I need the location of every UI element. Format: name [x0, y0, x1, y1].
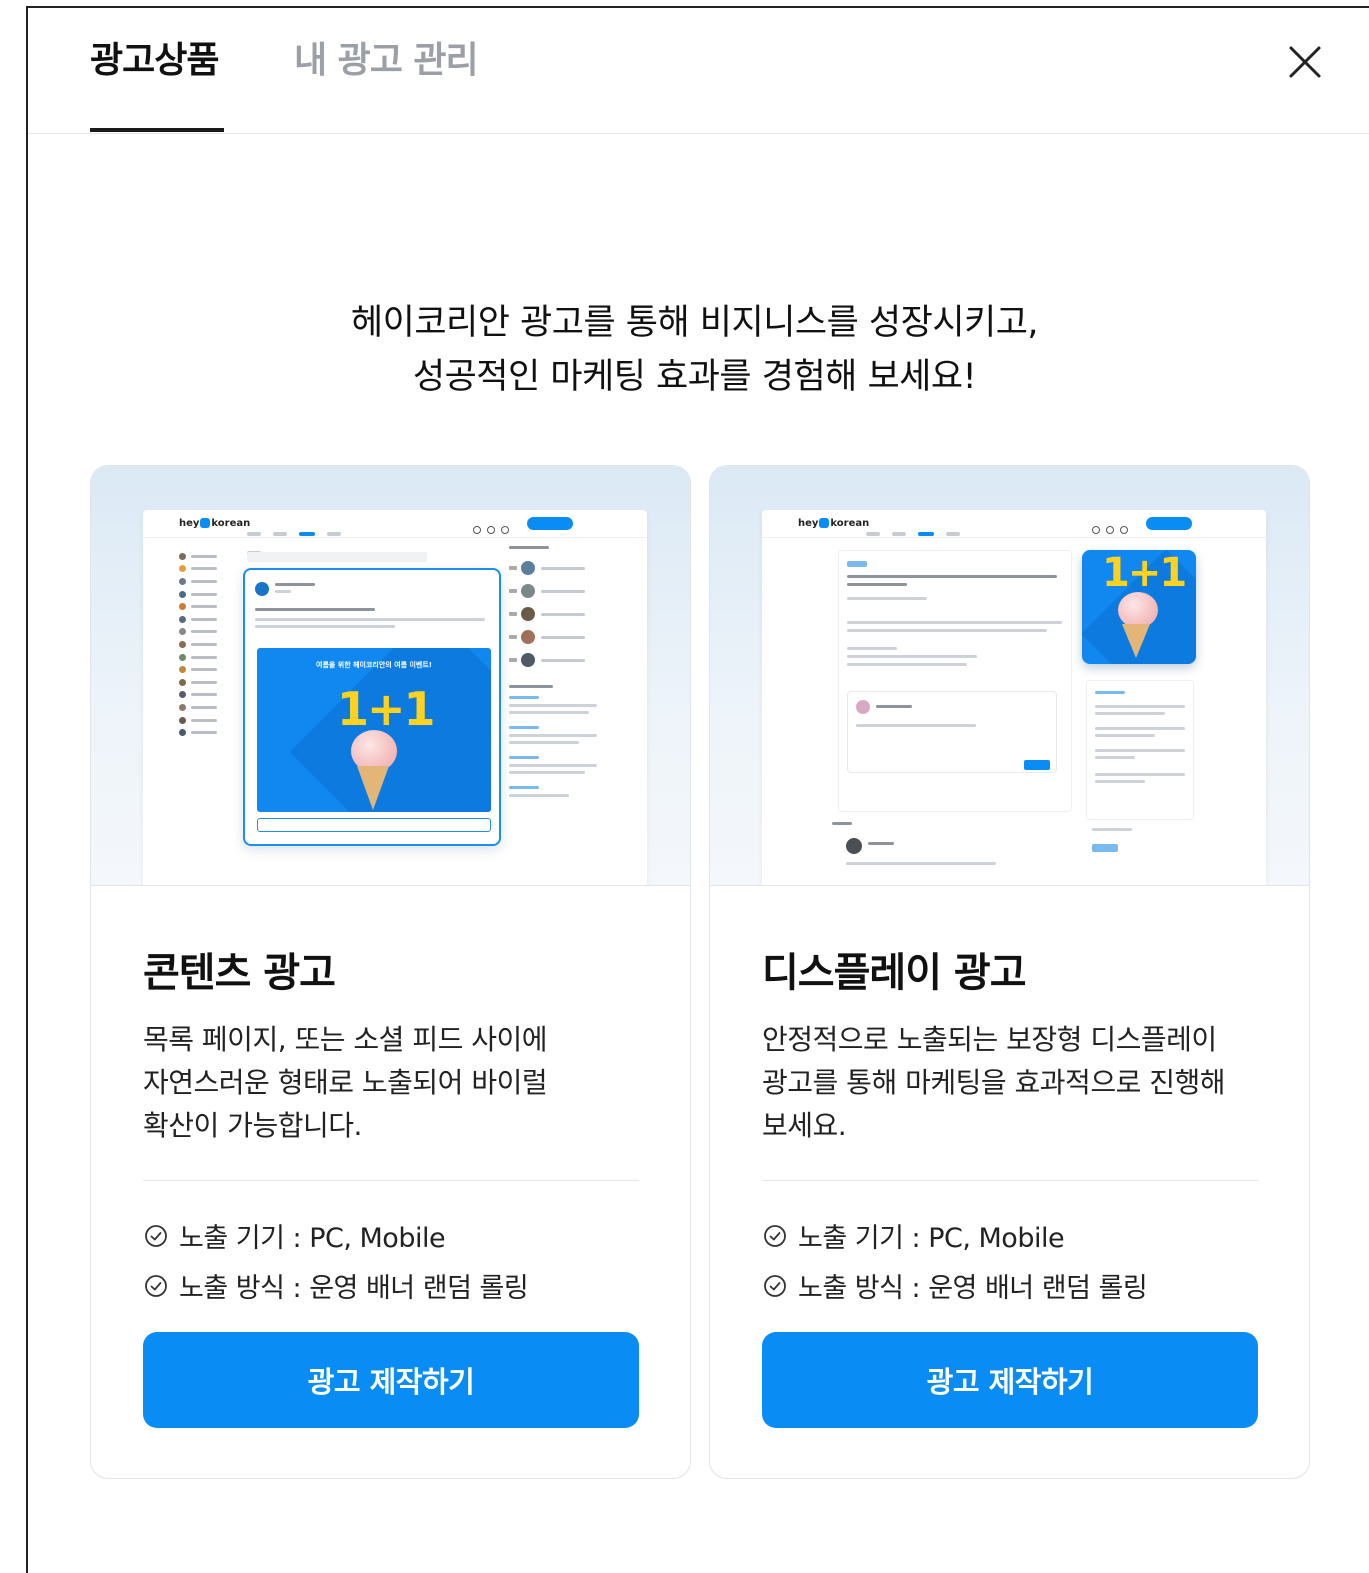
mock-nav-icons [1092, 519, 1134, 534]
mock-logo: hey korean [179, 518, 251, 529]
close-icon [1289, 46, 1321, 78]
check-circle-icon [764, 1224, 786, 1247]
display-ad-title: 디스플레이 광고 [762, 950, 1027, 996]
display-ad-description: 안정적으로 노출되는 보장형 디스플레이 광고를 통해 마케팅을 효과적으로 진… [762, 1018, 1262, 1147]
headline-line-2: 성공적인 마케팅 효과를 경험해 보세요! [412, 357, 977, 397]
check-circle-icon [764, 1274, 786, 1297]
card-divider [143, 1180, 639, 1181]
create-content-ad-button[interactable]: 광고 제작하기 [143, 1332, 639, 1428]
desc-line: 목록 페이지, 또는 소셜 피드 사이에 [143, 1023, 548, 1056]
mock-display-ad-banner: 1+1 [1082, 550, 1196, 664]
feature-method: 노출 방식 : 운영 배너 랜덤 롤링 [762, 1266, 1148, 1305]
mock-nav-links [866, 521, 996, 555]
mock-answer-box [847, 691, 1057, 773]
mock-question-post [838, 550, 1072, 812]
feature-device: 노출 기기 : PC, Mobile [143, 1216, 446, 1255]
desc-line: 확산이 가능합니다. [143, 1109, 362, 1142]
preview-mock-page: hey korean [143, 510, 647, 885]
ad-products-modal: 광고상품 내 광고 관리 헤이코리안 광고를 통해 비지니스를 성장시키고, 성… [26, 6, 1369, 1573]
mock-write-button [527, 517, 573, 530]
tab-ad-products[interactable]: 광고상품 [90, 36, 219, 86]
card-divider [762, 1180, 1258, 1181]
create-display-ad-button[interactable]: 광고 제작하기 [762, 1332, 1258, 1428]
feature-device-text: 노출 기기 : PC, Mobile [798, 1223, 1065, 1254]
display-ad-preview-image: hey korean 1+1 [710, 466, 1309, 886]
mock-navbar: hey korean [143, 510, 647, 555]
feature-method-text: 노출 방식 : 운영 배너 랜덤 롤링 [179, 1273, 529, 1304]
mock-related-questions [1086, 680, 1194, 820]
mock-write-button [1146, 517, 1192, 530]
active-tab-indicator [90, 128, 224, 132]
feature-method-text: 노출 방식 : 운영 배너 랜덤 롤링 [798, 1273, 1148, 1304]
modal-header: 광고상품 내 광고 관리 [28, 8, 1369, 134]
mock-search-bar [247, 552, 427, 562]
mock-ad-1plus1: 1+1 [1102, 550, 1187, 596]
mock-banner-1plus1: 1+1 [337, 682, 436, 736]
mock-sidebar [179, 550, 239, 739]
mock-nav-icons [473, 519, 515, 534]
content-ad-card: hey korean 여름을 위한 헤이코리안의 여름 이벤트! 1+1 콘텐츠… [90, 465, 691, 1479]
mock-right-column [509, 546, 609, 801]
content-ad-title: 콘텐츠 광고 [143, 950, 336, 996]
content-ad-description: 목록 페이지, 또는 소셜 피드 사이에 자연스러운 형태로 노출되어 바이럴 … [143, 1018, 643, 1147]
desc-line: 보세요. [762, 1109, 847, 1142]
desc-line: 자연스러운 형태로 노출되어 바이럴 [143, 1066, 548, 1099]
feature-method: 노출 방식 : 운영 배너 랜덤 롤링 [143, 1266, 529, 1305]
mock-highlighted-post: 여름을 위한 헤이코리안의 여름 이벤트! 1+1 [243, 568, 501, 846]
ice-cream-icon [1118, 592, 1158, 628]
headline: 헤이코리안 광고를 통해 비지니스를 성장시키고, 성공적인 마케팅 효과를 경… [28, 296, 1361, 404]
mock-navbar: hey korean [762, 510, 1266, 555]
close-button[interactable] [1285, 42, 1325, 82]
display-ad-card: hey korean 1+1 디스플레이 광고 안정적으로 노출되는 보장형 디… [709, 465, 1310, 1479]
feature-device: 노출 기기 : PC, Mobile [762, 1216, 1065, 1255]
mock-logo: hey korean [798, 518, 870, 529]
desc-line: 안정적으로 노출되는 보장형 디스플레이 [762, 1023, 1217, 1056]
desc-line: 광고를 통해 마케팅을 효과적으로 진행해 [762, 1066, 1226, 1099]
preview-mock-page: hey korean [762, 510, 1266, 885]
feature-device-text: 노출 기기 : PC, Mobile [179, 1223, 446, 1254]
check-circle-icon [145, 1274, 167, 1297]
mock-nav-links [247, 521, 377, 555]
tab-my-ad-management[interactable]: 내 광고 관리 [294, 36, 479, 86]
headline-line-1: 헤이코리안 광고를 통해 비지니스를 성장시키고, [350, 303, 1039, 343]
content-ad-preview-image: hey korean 여름을 위한 헤이코리안의 여름 이벤트! 1+1 [91, 466, 690, 886]
mock-banner-title: 여름을 위한 헤이코리안의 여름 이벤트! [316, 661, 432, 669]
check-circle-icon [145, 1224, 167, 1247]
mock-event-banner: 여름을 위한 헤이코리안의 여름 이벤트! 1+1 [257, 648, 491, 812]
